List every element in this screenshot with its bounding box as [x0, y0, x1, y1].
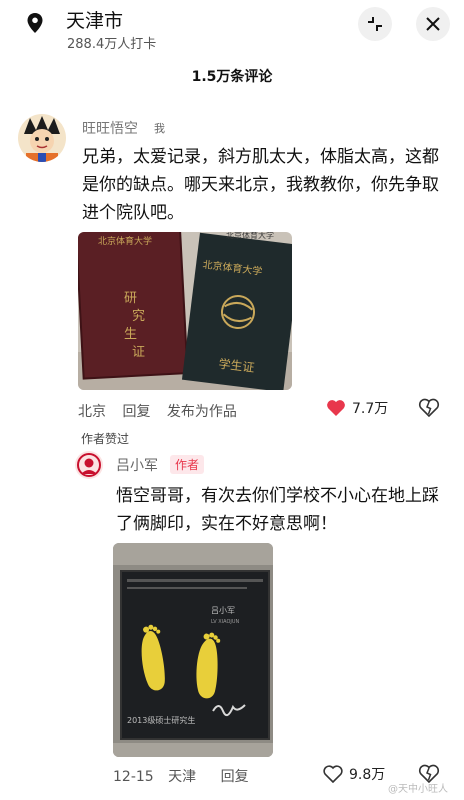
author-tag: 作者: [170, 455, 205, 474]
reply-text: 悟空哥哥，有次去你们学校不小心在地上踩了俩脚印，实在不好意思啊！: [116, 486, 439, 534]
heart-filled-icon: [327, 400, 345, 416]
close-button[interactable]: [416, 7, 450, 41]
reply-button[interactable]: 回复: [221, 769, 249, 785]
publish-as-work-button[interactable]: 发布为作品: [167, 404, 237, 420]
reply-button[interactable]: 回复: [122, 404, 150, 420]
me-tag: 我: [154, 122, 165, 135]
city-title[interactable]: 天津市: [66, 6, 123, 33]
reply-location: 天津: [168, 769, 197, 785]
like-button[interactable]: 7.7万: [326, 398, 388, 418]
reply-photo[interactable]: 吕小军 LV XIAOJUN 2013级硕士研究生: [113, 543, 273, 757]
watermark: @天中小旺人: [388, 784, 448, 795]
cover-line-3: 生: [124, 327, 137, 342]
comment-meta: 北京 回复 发布为作品: [78, 401, 249, 421]
plaque-name: 吕小军: [211, 606, 235, 615]
comment-photo[interactable]: 研 究 生 证 北京体育大学 北京体育大学 北京体育大学 学生证: [78, 232, 292, 390]
like-count: 7.7万: [352, 401, 389, 417]
cover-line-1: 研: [124, 291, 137, 306]
checkin-count: 288.4万人打卡: [67, 37, 157, 52]
comment-text: 兄弟，太爱记录，斜方肌太大，体脂太高，这都是你的缺点。哪天来北京，我教教你，你先…: [82, 147, 439, 223]
cover-top-left: 北京体育大学: [98, 235, 152, 247]
avatar[interactable]: [18, 114, 66, 162]
plaque-bottom: 2013级硕士研究生: [127, 715, 195, 725]
comment-username[interactable]: 旺旺悟空: [82, 118, 138, 138]
like-count: 9.8万: [349, 767, 386, 783]
comment-location: 北京: [78, 404, 106, 420]
reply-meta: 12-15 天津 回复: [113, 766, 259, 786]
plaque-name-en: LV XIAOJUN: [211, 619, 240, 625]
collapse-icon: [368, 17, 382, 31]
location-pin-icon: [24, 12, 46, 34]
close-icon: [426, 17, 440, 31]
cover-line-2: 究: [132, 309, 145, 324]
comments-count: 1.5万条评论: [191, 69, 273, 85]
cover-top-right: 北京体育大学: [226, 232, 274, 240]
reply-date: 12-15: [113, 769, 154, 785]
like-button[interactable]: 9.8万: [323, 764, 385, 784]
avatar[interactable]: [75, 451, 103, 479]
reply-username[interactable]: 吕小军: [116, 455, 158, 475]
dislike-button[interactable]: [418, 398, 440, 422]
liked-by-author: 作者赞过: [81, 432, 130, 446]
heart-outline-icon: [323, 765, 343, 783]
broken-heart-icon: [418, 398, 440, 418]
collapse-button[interactable]: [358, 7, 392, 41]
cover-line-4: 证: [132, 345, 145, 360]
